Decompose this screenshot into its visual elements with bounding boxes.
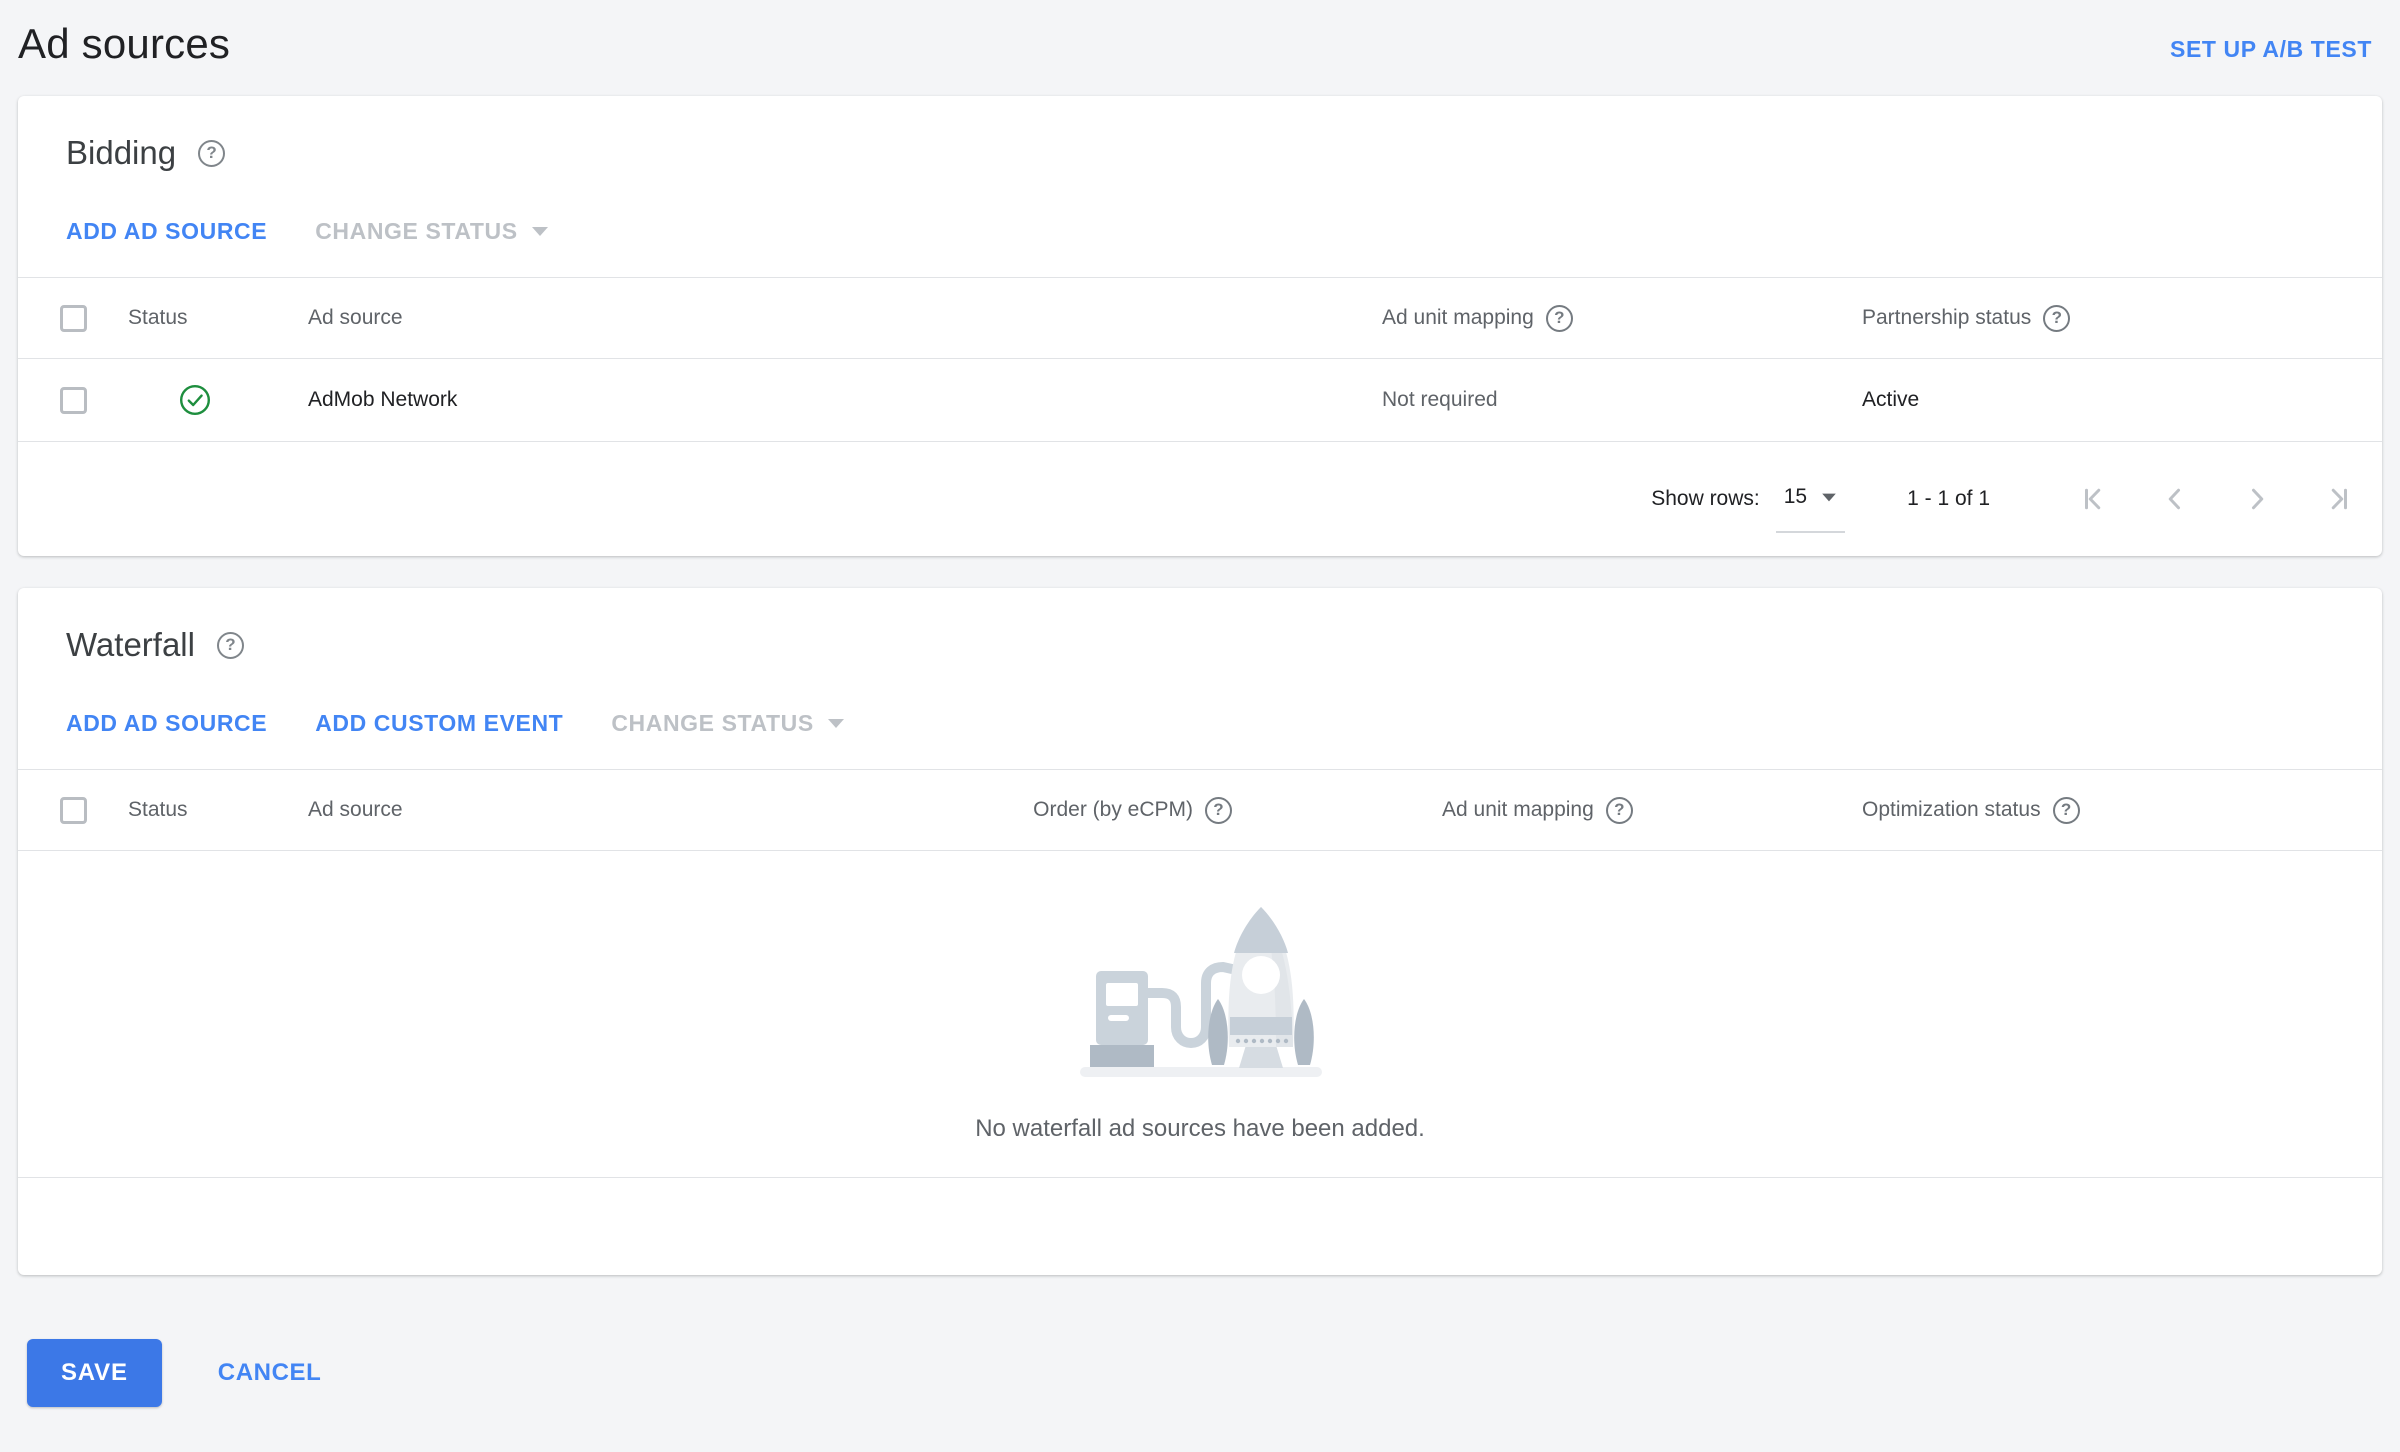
- change-status-label: CHANGE STATUS: [611, 710, 814, 736]
- ad-unit-mapping-help-icon[interactable]: [1605, 796, 1633, 824]
- waterfall-change-status-button[interactable]: CHANGE STATUS: [611, 710, 844, 737]
- rows-per-page-value: 15: [1783, 485, 1808, 508]
- save-button[interactable]: SAVE: [27, 1339, 162, 1407]
- waterfall-card: Waterfall ADD AD SOURCE ADD CUSTOM EVENT…: [18, 588, 2382, 1275]
- partnership-status-help-icon[interactable]: [2043, 304, 2071, 332]
- ad-unit-mapping-column-header: Ad unit mapping: [1382, 304, 1862, 332]
- change-status-label: CHANGE STATUS: [315, 218, 518, 244]
- setup-ab-test-button[interactable]: SET UP A/B TEST: [2170, 36, 2372, 63]
- optimization-status-header-label: Optimization status: [1862, 798, 2041, 821]
- waterfall-add-ad-source-button[interactable]: ADD AD SOURCE: [66, 710, 267, 737]
- rows-per-page-select[interactable]: 15: [1775, 465, 1846, 533]
- chevron-down-icon: [827, 719, 844, 728]
- bidding-add-ad-source-button[interactable]: ADD AD SOURCE: [66, 218, 267, 245]
- waterfall-empty-state: No waterfall ad sources have been added.: [18, 851, 2382, 1177]
- order-column-header: Order (by eCPM): [1032, 796, 1232, 824]
- ad-unit-mapping-header-label: Ad unit mapping: [1382, 306, 1534, 329]
- order-header-label: Order (by eCPM): [1033, 798, 1193, 821]
- chevron-down-icon: [1822, 493, 1836, 501]
- bidding-section-title: Bidding: [66, 134, 177, 171]
- ad-unit-mapping-value: Not required: [1382, 388, 1498, 411]
- footer-actions: SAVE CANCEL: [27, 1339, 2400, 1407]
- status-column-header: Status: [128, 306, 188, 329]
- ad-unit-mapping-column-header: Ad unit mapping: [1232, 796, 1862, 824]
- bidding-select-all-checkbox[interactable]: [60, 304, 87, 332]
- first-page-icon[interactable]: [2078, 484, 2108, 514]
- partnership-status-value: Active: [1862, 388, 1920, 411]
- previous-page-icon[interactable]: [2160, 484, 2190, 514]
- ad-sources-page: Ad sources SET UP A/B TEST Bidding ADD A…: [0, 0, 2400, 1452]
- waterfall-card-header: Waterfall ADD AD SOURCE ADD CUSTOM EVENT…: [18, 588, 2382, 769]
- last-page-icon[interactable]: [2324, 484, 2354, 514]
- optimization-status-column-header: Optimization status: [1862, 796, 2382, 824]
- pagination-controls: [2078, 484, 2354, 514]
- table-row: AdMob Network Not required Active: [18, 359, 2382, 442]
- status-enabled-check-icon: [179, 384, 211, 416]
- bidding-change-status-button[interactable]: CHANGE STATUS: [315, 218, 548, 245]
- partnership-status-header-label: Partnership status: [1862, 306, 2032, 329]
- next-page-icon[interactable]: [2242, 484, 2272, 514]
- pagination-range: 1 - 1 of 1: [1907, 487, 1990, 510]
- cancel-button[interactable]: CANCEL: [218, 1359, 322, 1387]
- waterfall-table-header-row: Status Ad source Order (by eCPM) Ad unit…: [18, 769, 2382, 851]
- ad-unit-mapping-help-icon[interactable]: [1545, 304, 1573, 332]
- rocket-fuel-pump-illustration: [1080, 907, 1322, 1077]
- empty-state-message: No waterfall ad sources have been added.: [975, 1115, 1425, 1142]
- optimization-status-help-icon[interactable]: [2052, 796, 2080, 824]
- waterfall-select-all-checkbox[interactable]: [60, 796, 87, 824]
- waterfall-section-title: Waterfall: [66, 626, 195, 663]
- chevron-down-icon: [531, 227, 548, 236]
- row-checkbox[interactable]: [60, 386, 87, 414]
- ad-source-column-header: Ad source: [308, 798, 403, 821]
- waterfall-help-icon[interactable]: [216, 631, 244, 659]
- row-status-cell: [118, 383, 308, 417]
- order-help-icon[interactable]: [1205, 796, 1232, 824]
- waterfall-card-footer: [18, 1177, 2382, 1275]
- bidding-card-header: Bidding ADD AD SOURCE CHANGE STATUS: [18, 96, 2382, 277]
- ad-unit-mapping-header-label: Ad unit mapping: [1442, 798, 1594, 821]
- ad-source-name: AdMob Network: [308, 388, 458, 411]
- show-rows-label: Show rows:: [1651, 487, 1760, 510]
- status-column-header: Status: [128, 798, 188, 821]
- add-custom-event-button[interactable]: ADD CUSTOM EVENT: [315, 710, 563, 737]
- bidding-table-header-row: Status Ad source Ad unit mapping Partner…: [18, 277, 2382, 359]
- page-title: Ad sources: [18, 20, 231, 67]
- bidding-card: Bidding ADD AD SOURCE CHANGE STATUS Stat…: [18, 96, 2382, 556]
- partnership-status-column-header: Partnership status: [1862, 304, 2382, 332]
- page-header: Ad sources SET UP A/B TEST: [0, 0, 2400, 96]
- bidding-help-icon[interactable]: [198, 139, 226, 167]
- pagination-bar: Show rows: 15 1 - 1 of 1: [18, 442, 2382, 556]
- ad-source-column-header: Ad source: [308, 306, 403, 329]
